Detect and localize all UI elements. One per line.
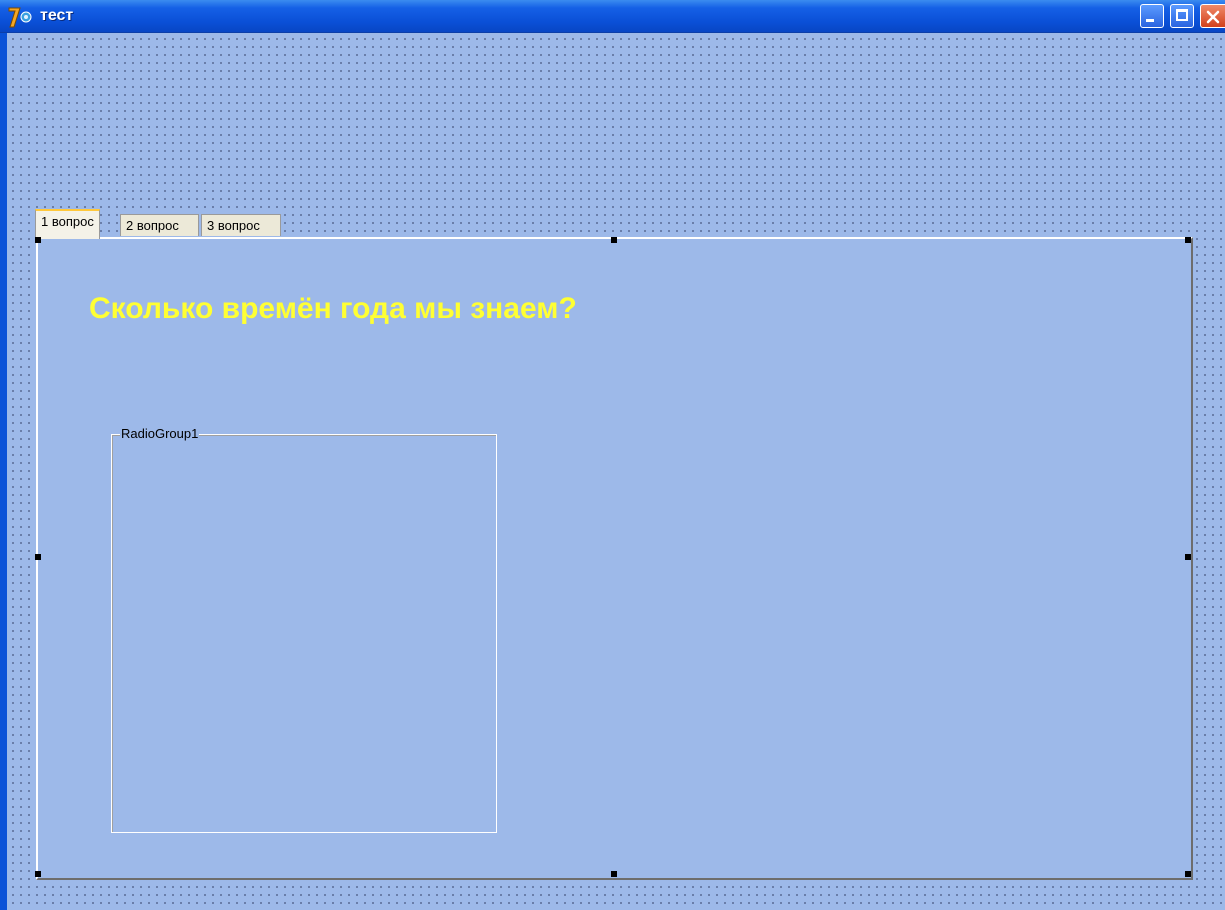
selection-handle-top-right[interactable]: [1185, 237, 1191, 243]
tab-question-2[interactable]: 2 вопрос: [120, 214, 199, 236]
selection-handle-middle-right[interactable]: [1185, 554, 1191, 560]
minimize-button[interactable]: [1140, 4, 1164, 28]
window-title: тест: [40, 7, 74, 24]
selection-handle-top-left[interactable]: [35, 237, 41, 243]
question-label: Сколько времён года мы знаем?: [89, 292, 577, 325]
tab-page: Сколько времён года мы знаем? RadioGroup…: [36, 237, 1193, 880]
radio-group[interactable]: RadioGroup1: [111, 426, 497, 833]
radio-group-caption: RadioGroup1: [120, 426, 200, 441]
form-client-area: 1 вопрос 2 вопрос 3 вопрос Сколько времё…: [7, 33, 1225, 910]
close-icon: [1206, 10, 1220, 24]
form-window: тест 1 вопрос 2 вопрос 3 вопрос Сколько …: [0, 0, 1225, 910]
selection-handle-bottom-right[interactable]: [1185, 871, 1191, 877]
tab-question-3[interactable]: 3 вопрос: [201, 214, 281, 236]
tab-question-1[interactable]: 1 вопрос: [35, 209, 100, 239]
title-bar[interactable]: тест: [0, 0, 1225, 33]
selection-handle-top-center[interactable]: [611, 237, 617, 243]
delphi-icon: [8, 6, 36, 28]
close-button[interactable]: [1200, 4, 1225, 28]
maximize-icon: [1176, 9, 1188, 21]
minimize-icon: [1146, 19, 1154, 22]
maximize-button[interactable]: [1170, 4, 1194, 28]
selection-handle-middle-left[interactable]: [35, 554, 41, 560]
selection-handle-bottom-left[interactable]: [35, 871, 41, 877]
selection-handle-bottom-center[interactable]: [611, 871, 617, 877]
